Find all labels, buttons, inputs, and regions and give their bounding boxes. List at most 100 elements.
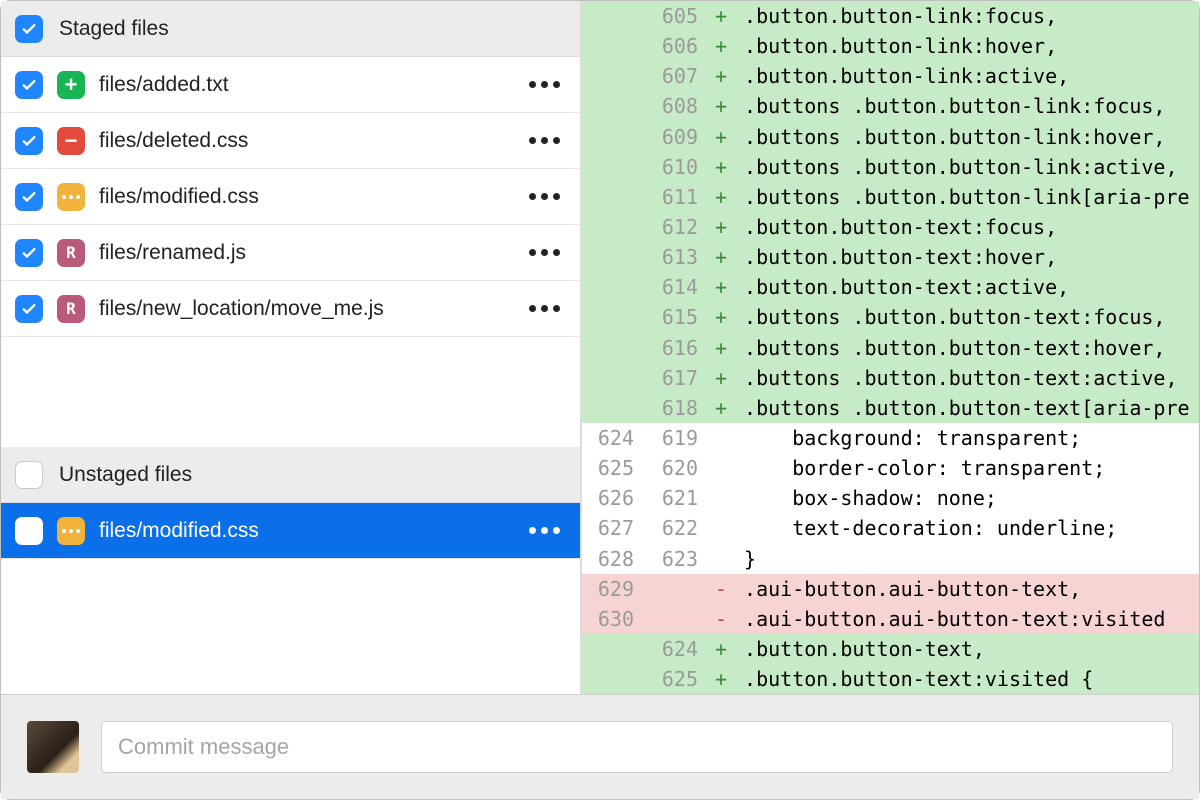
- line-number-new: 617: [646, 366, 710, 390]
- staged-file-list: +files/added.txt−files/deleted.cssfiles/…: [1, 57, 580, 337]
- line-number-new: 616: [646, 336, 710, 360]
- line-number-old: [582, 245, 646, 269]
- file-row[interactable]: Rfiles/renamed.js: [1, 225, 580, 281]
- diff-line[interactable]: 624619 background: transparent;: [582, 423, 1199, 453]
- diff-line[interactable]: 624+ .button.button-text,: [582, 634, 1199, 664]
- diff-code: .button.button-link:focus,: [732, 4, 1199, 28]
- diff-code: .aui-button.aui-button-text,: [732, 577, 1199, 601]
- diff-line[interactable]: 611+ .buttons .button.button-link[aria-p…: [582, 182, 1199, 212]
- diff-code: .button.button-text:focus,: [732, 215, 1199, 239]
- diff-line[interactable]: 625620 border-color: transparent;: [582, 453, 1199, 483]
- file-name: files/renamed.js: [99, 241, 515, 265]
- file-checkbox[interactable]: [15, 239, 43, 267]
- line-number-old: [582, 215, 646, 239]
- staged-blank-space: [1, 337, 580, 447]
- diff-line[interactable]: 607+ .button.button-link:active,: [582, 61, 1199, 91]
- diff-code: .button.button-link:hover,: [732, 34, 1199, 58]
- file-more-button[interactable]: [523, 521, 566, 540]
- file-more-button[interactable]: [523, 131, 566, 150]
- diff-line[interactable]: 613+ .button.button-text:hover,: [582, 242, 1199, 272]
- avatar[interactable]: [27, 721, 79, 773]
- unstaged-header[interactable]: Unstaged files: [1, 447, 580, 503]
- file-more-button[interactable]: [523, 243, 566, 262]
- line-number-old: [582, 336, 646, 360]
- diff-line[interactable]: 628623 }: [582, 544, 1199, 574]
- file-checkbox[interactable]: [15, 517, 43, 545]
- diff-line[interactable]: 629 - .aui-button.aui-button-text,: [582, 574, 1199, 604]
- line-number-old: [582, 396, 646, 420]
- line-number-old: 629: [582, 577, 646, 601]
- diff-line[interactable]: 616+ .buttons .button.button-text:hover,: [582, 333, 1199, 363]
- diff-line[interactable]: 612+ .button.button-text:focus,: [582, 212, 1199, 242]
- file-row[interactable]: +files/added.txt: [1, 57, 580, 113]
- unstaged-header-checkbox[interactable]: [15, 461, 43, 489]
- file-checkbox[interactable]: [15, 127, 43, 155]
- line-number-new: 619: [646, 426, 710, 450]
- file-name: files/new_location/move_me.js: [99, 297, 515, 321]
- line-number-new: 613: [646, 245, 710, 269]
- diff-code: .buttons .button.button-link:active,: [732, 155, 1199, 179]
- file-sidebar: Staged files +files/added.txt−files/dele…: [1, 1, 581, 694]
- diff-line[interactable]: 605+ .button.button-link:focus,: [582, 1, 1199, 31]
- diff-sign: [710, 547, 732, 571]
- file-more-button[interactable]: [523, 187, 566, 206]
- line-number-new: 610: [646, 155, 710, 179]
- diff-sign: +: [710, 34, 732, 58]
- diff-line[interactable]: 614+ .button.button-text:active,: [582, 272, 1199, 302]
- line-number-old: 626: [582, 486, 646, 510]
- line-number-old: [582, 4, 646, 28]
- commit-message-input[interactable]: [101, 721, 1173, 773]
- status-renamed-icon: R: [57, 295, 85, 323]
- line-number-new: 624: [646, 637, 710, 661]
- file-checkbox[interactable]: [15, 295, 43, 323]
- staged-header-checkbox[interactable]: [15, 15, 43, 43]
- diff-code: .aui-button.aui-button-text:visited: [732, 607, 1199, 631]
- line-number-new: 621: [646, 486, 710, 510]
- file-name: files/modified.css: [99, 519, 515, 543]
- line-number-new: 620: [646, 456, 710, 480]
- file-more-button[interactable]: [523, 299, 566, 318]
- line-number-old: [582, 94, 646, 118]
- diff-sign: +: [710, 125, 732, 149]
- file-row[interactable]: files/modified.css: [1, 169, 580, 225]
- diff-sign: +: [710, 305, 732, 329]
- diff-sign: +: [710, 637, 732, 661]
- file-row[interactable]: Rfiles/new_location/move_me.js: [1, 281, 580, 337]
- file-checkbox[interactable]: [15, 71, 43, 99]
- line-number-old: [582, 64, 646, 88]
- line-number-old: 627: [582, 516, 646, 540]
- diff-line[interactable]: 625+ .button.button-text:visited {: [582, 664, 1199, 694]
- diff-sign: +: [710, 667, 732, 691]
- diff-line[interactable]: 630 - .aui-button.aui-button-text:visite…: [582, 604, 1199, 634]
- diff-sign: +: [710, 94, 732, 118]
- diff-line[interactable]: 618+ .buttons .button.button-text[aria-p…: [582, 393, 1199, 423]
- diff-line[interactable]: 626621 box-shadow: none;: [582, 483, 1199, 513]
- line-number-old: [582, 34, 646, 58]
- file-checkbox[interactable]: [15, 183, 43, 211]
- staged-header[interactable]: Staged files: [1, 1, 580, 57]
- diff-line[interactable]: 615+ .buttons .button.button-text:focus,: [582, 302, 1199, 332]
- diff-line[interactable]: 627622 text-decoration: underline;: [582, 513, 1199, 543]
- line-number-old: 630: [582, 607, 646, 631]
- diff-line[interactable]: 608+ .buttons .button.button-link:focus,: [582, 91, 1199, 121]
- diff-code: .button.button-link:active,: [732, 64, 1199, 88]
- line-number-new: 606: [646, 34, 710, 58]
- diff-line[interactable]: 606+ .button.button-link:hover,: [582, 31, 1199, 61]
- file-row[interactable]: −files/deleted.css: [1, 113, 580, 169]
- diff-line[interactable]: 609+ .buttons .button.button-link:hover,: [582, 122, 1199, 152]
- diff-pane[interactable]: 605+ .button.button-link:focus, 606+ .bu…: [581, 1, 1199, 694]
- diff-line[interactable]: 610+ .buttons .button.button-link:active…: [582, 152, 1199, 182]
- diff-code: .button.button-text:active,: [732, 275, 1199, 299]
- line-number-new: 605: [646, 4, 710, 28]
- status-deleted-icon: −: [57, 127, 85, 155]
- file-more-button[interactable]: [523, 75, 566, 94]
- diff-sign: +: [710, 336, 732, 360]
- line-number-new: 612: [646, 215, 710, 239]
- diff-line[interactable]: 617+ .buttons .button.button-text:active…: [582, 363, 1199, 393]
- diff-code: .buttons .button.button-link:focus,: [732, 94, 1199, 118]
- diff-code: }: [732, 547, 1199, 571]
- diff-code: text-decoration: underline;: [732, 516, 1199, 540]
- file-row[interactable]: files/modified.css: [1, 503, 580, 559]
- line-number-new: 614: [646, 275, 710, 299]
- line-number-new: 608: [646, 94, 710, 118]
